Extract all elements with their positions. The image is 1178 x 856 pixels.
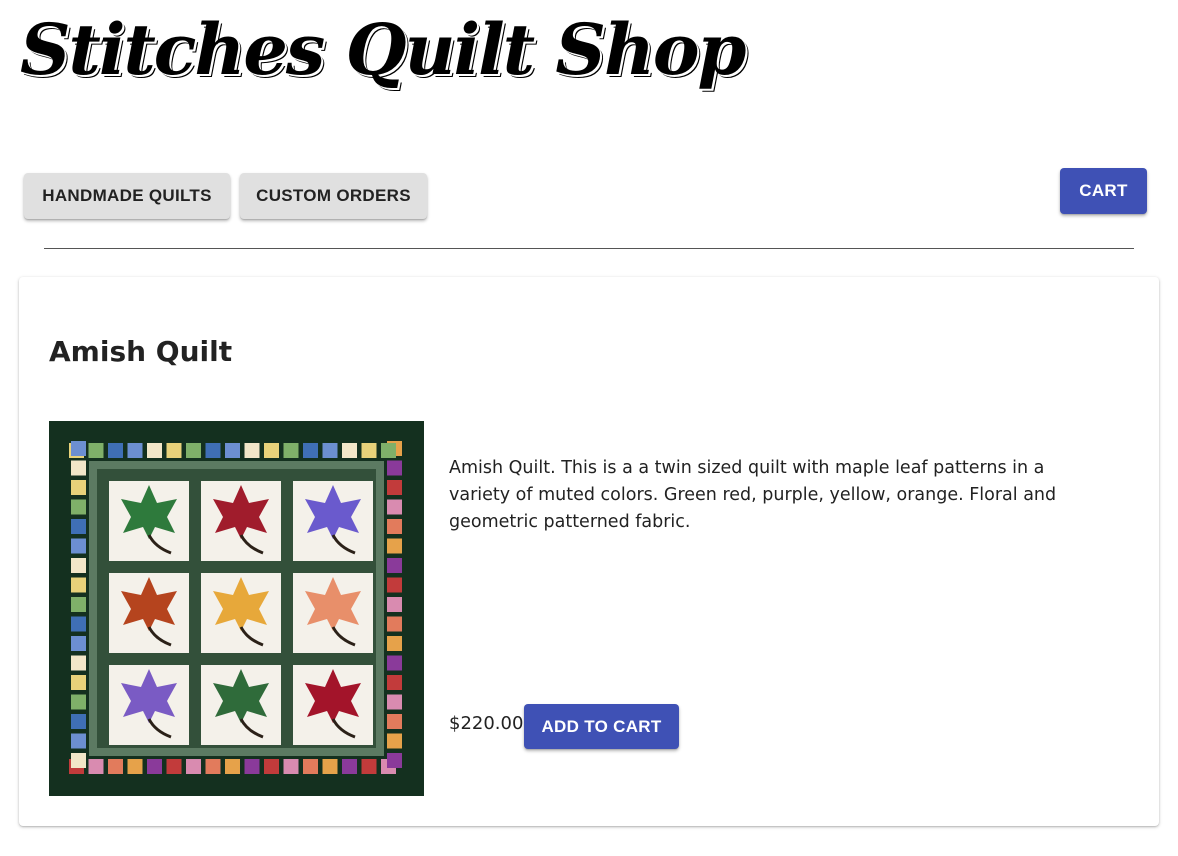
cart-button[interactable]: CART	[1060, 168, 1147, 214]
quilt-border-square	[283, 443, 299, 458]
quilt-border-square	[205, 443, 221, 458]
quilt-border-square	[387, 499, 402, 515]
quilt-border-square	[342, 443, 357, 458]
quilt-border-square	[303, 443, 318, 458]
quilt-border-square	[186, 443, 201, 458]
quilt-border-square	[387, 597, 402, 612]
quilt-border-square	[71, 597, 86, 612]
quilt-border-square	[127, 759, 143, 774]
quilt-border-square	[244, 443, 260, 458]
quilt-border-square	[387, 480, 402, 495]
quilt-border-square	[264, 759, 279, 774]
quilt-border-square	[322, 759, 338, 774]
quilt-border-square	[361, 759, 377, 774]
quilt-leaf-blocks	[109, 481, 373, 745]
quilt-border-square	[108, 443, 123, 458]
product-title: Amish Quilt	[49, 335, 233, 368]
quilt-border-square	[387, 460, 402, 476]
quilt-border-square	[387, 753, 402, 768]
quilt-border-square	[264, 443, 279, 458]
quilt-border-square	[71, 616, 86, 632]
quilt-border-square	[71, 655, 86, 671]
quilt-border-square	[71, 558, 86, 573]
quilt-border-square	[166, 443, 182, 458]
quilt-border-square	[71, 714, 86, 729]
quilt-border-square	[71, 753, 86, 768]
product-description: Amish Quilt. This is a a twin sized quil…	[449, 458, 1057, 532]
quilt-border-square	[381, 443, 396, 458]
quilt-border-square	[387, 577, 402, 593]
quilt-border-square	[71, 460, 86, 476]
quilt-border-square	[283, 759, 299, 774]
quilt-border-square	[322, 443, 338, 458]
quilt-border-square	[205, 759, 221, 774]
add-to-cart-button[interactable]: ADD TO CART	[524, 704, 679, 749]
quilt-border-square	[186, 759, 201, 774]
quilt-border-square	[147, 443, 162, 458]
quilt-border-square	[387, 694, 402, 710]
quilt-border-square	[147, 759, 162, 774]
quilt-border-square	[387, 655, 402, 671]
quilt-border-square	[71, 733, 86, 749]
quilt-border-square	[71, 538, 86, 554]
nav-handmade-quilts-button[interactable]: HANDMADE QUILTS	[24, 173, 230, 219]
quilt-border-square	[88, 443, 104, 458]
product-card: Amish Quilt Amish Quilt. This is a a twi…	[19, 277, 1159, 826]
product-price: $220.00	[449, 713, 524, 734]
quilt-border-square	[225, 759, 240, 774]
quilt-border-square	[71, 441, 86, 456]
quilt-border-square	[71, 694, 86, 710]
quilt-border-square	[387, 519, 402, 534]
quilt-border-square	[108, 759, 123, 774]
quilt-border-square	[71, 577, 86, 593]
quilt-border-square	[71, 636, 86, 651]
quilt-border-square	[71, 499, 86, 515]
quilt-border-square	[387, 616, 402, 632]
quilt-border-square	[387, 733, 402, 749]
quilt-border-square	[244, 759, 260, 774]
quilt-border-square	[71, 675, 86, 690]
quilt-border-square	[225, 443, 240, 458]
quilt-border-square	[71, 480, 86, 495]
quilt-photo-icon	[49, 421, 424, 796]
header-divider	[44, 248, 1134, 249]
product-image	[49, 421, 424, 796]
quilt-border-square	[127, 443, 143, 458]
quilt-border-square	[387, 714, 402, 729]
quilt-border-square	[361, 443, 377, 458]
nav-custom-orders-button[interactable]: CUSTOM ORDERS	[240, 173, 427, 219]
quilt-border-square	[342, 759, 357, 774]
quilt-border-square	[387, 538, 402, 554]
quilt-border-square	[387, 636, 402, 651]
quilt-border-square	[303, 759, 318, 774]
site-title: Stitches Quilt Shop	[20, 8, 746, 91]
quilt-border-square	[166, 759, 182, 774]
quilt-border-square	[387, 675, 402, 690]
quilt-border-square	[88, 759, 104, 774]
quilt-border-square	[71, 519, 86, 534]
quilt-border-square	[387, 558, 402, 573]
